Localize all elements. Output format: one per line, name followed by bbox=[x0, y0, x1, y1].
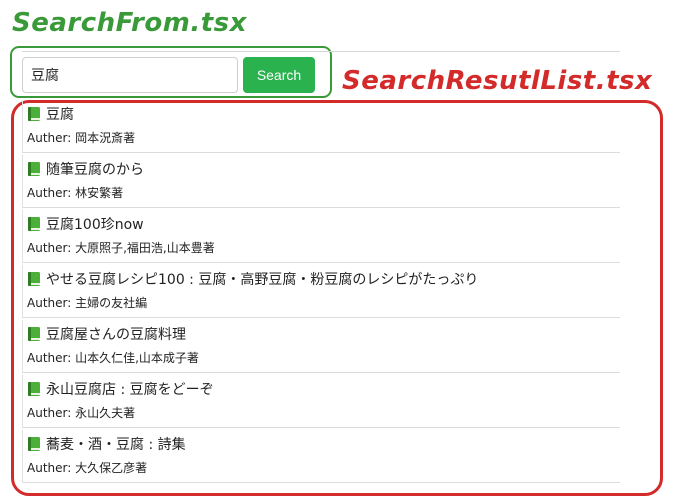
author-name: 大久保乙彦著 bbox=[75, 461, 148, 475]
result-title: 永山豆腐店 : 豆腐をどーぞ bbox=[46, 382, 214, 398]
search-result-list: 豆腐 Auther: 岡本況斎著 随筆豆腐のから Auther: 林安繁著 豆腐… bbox=[22, 100, 620, 485]
result-author: Auther: 永山久夫著 bbox=[27, 404, 135, 421]
author-name: 山本久仁佳,山本成子著 bbox=[75, 351, 199, 365]
list-item[interactable]: 豆腐100珍now Auther: 大原照子,福田浩,山本豊著 bbox=[22, 210, 620, 263]
list-item[interactable]: 蕎麦・酒・豆腐 : 詩集 Auther: 大久保乙彦著 bbox=[22, 430, 620, 483]
author-label: Auther: bbox=[27, 186, 76, 200]
search-button[interactable]: Search bbox=[243, 57, 315, 93]
book-icon bbox=[27, 161, 41, 177]
list-item[interactable]: 豆腐屋さんの豆腐料理 Auther: 山本久仁佳,山本成子著 bbox=[22, 320, 620, 373]
search-form-annotation-label: SearchFrom.tsx bbox=[12, 8, 247, 38]
result-author: Auther: 岡本況斎著 bbox=[27, 129, 135, 146]
author-label: Auther: bbox=[27, 131, 76, 145]
author-name: 大原照子,福田浩,山本豊著 bbox=[75, 241, 215, 255]
list-item[interactable]: 豆腐 Auther: 岡本況斎著 bbox=[22, 100, 620, 153]
result-author: Auther: 山本久仁佳,山本成子著 bbox=[27, 349, 199, 366]
result-title-row: 豆腐屋さんの豆腐料理 bbox=[27, 324, 186, 344]
result-author: Auther: 大久保乙彦著 bbox=[27, 459, 147, 476]
result-title: 豆腐100珍now bbox=[46, 217, 144, 233]
result-title-row: 豆腐100珍now bbox=[27, 214, 144, 234]
book-icon bbox=[27, 106, 41, 122]
book-icon bbox=[27, 326, 41, 342]
result-title-row: 永山豆腐店 : 豆腐をどーぞ bbox=[27, 379, 214, 399]
author-label: Auther: bbox=[27, 461, 76, 475]
top-divider bbox=[22, 51, 620, 52]
author-label: Auther: bbox=[27, 351, 76, 365]
author-name: 林安繁著 bbox=[75, 186, 124, 200]
result-author: Auther: 大原照子,福田浩,山本豊著 bbox=[27, 239, 215, 256]
author-name: 岡本況斎著 bbox=[75, 131, 136, 145]
list-item[interactable]: やせる豆腐レシピ100 : 豆腐・高野豆腐・粉豆腐のレシピがたっぷり Authe… bbox=[22, 265, 620, 318]
result-author: Auther: 林安繁著 bbox=[27, 184, 123, 201]
author-name: 永山久夫著 bbox=[75, 406, 136, 420]
book-icon bbox=[27, 436, 41, 452]
result-title: 豆腐 bbox=[46, 107, 74, 123]
search-input[interactable] bbox=[22, 57, 238, 93]
result-title: 随筆豆腐のから bbox=[46, 162, 144, 178]
author-label: Auther: bbox=[27, 241, 76, 255]
book-icon bbox=[27, 216, 41, 232]
result-author: Auther: 主婦の友社編 bbox=[27, 294, 147, 311]
author-label: Auther: bbox=[27, 406, 76, 420]
list-item[interactable]: 永山豆腐店 : 豆腐をどーぞ Auther: 永山久夫著 bbox=[22, 375, 620, 428]
search-form: Search bbox=[22, 57, 322, 93]
list-item[interactable]: 随筆豆腐のから Auther: 林安繁著 bbox=[22, 155, 620, 208]
result-title-row: 蕎麦・酒・豆腐 : 詩集 bbox=[27, 434, 186, 454]
book-icon bbox=[27, 381, 41, 397]
author-label: Auther: bbox=[27, 296, 76, 310]
result-title: 豆腐屋さんの豆腐料理 bbox=[46, 327, 186, 343]
result-title: やせる豆腐レシピ100 : 豆腐・高野豆腐・粉豆腐のレシピがたっぷり bbox=[46, 272, 479, 288]
result-title-row: 随筆豆腐のから bbox=[27, 159, 144, 179]
result-title-row: やせる豆腐レシピ100 : 豆腐・高野豆腐・粉豆腐のレシピがたっぷり bbox=[27, 269, 478, 289]
result-title: 蕎麦・酒・豆腐 : 詩集 bbox=[46, 437, 186, 453]
book-icon bbox=[27, 271, 41, 287]
result-list-annotation-label: SearchResutlList.tsx bbox=[342, 66, 653, 96]
result-title-row: 豆腐 bbox=[27, 104, 74, 124]
author-name: 主婦の友社編 bbox=[75, 296, 148, 310]
